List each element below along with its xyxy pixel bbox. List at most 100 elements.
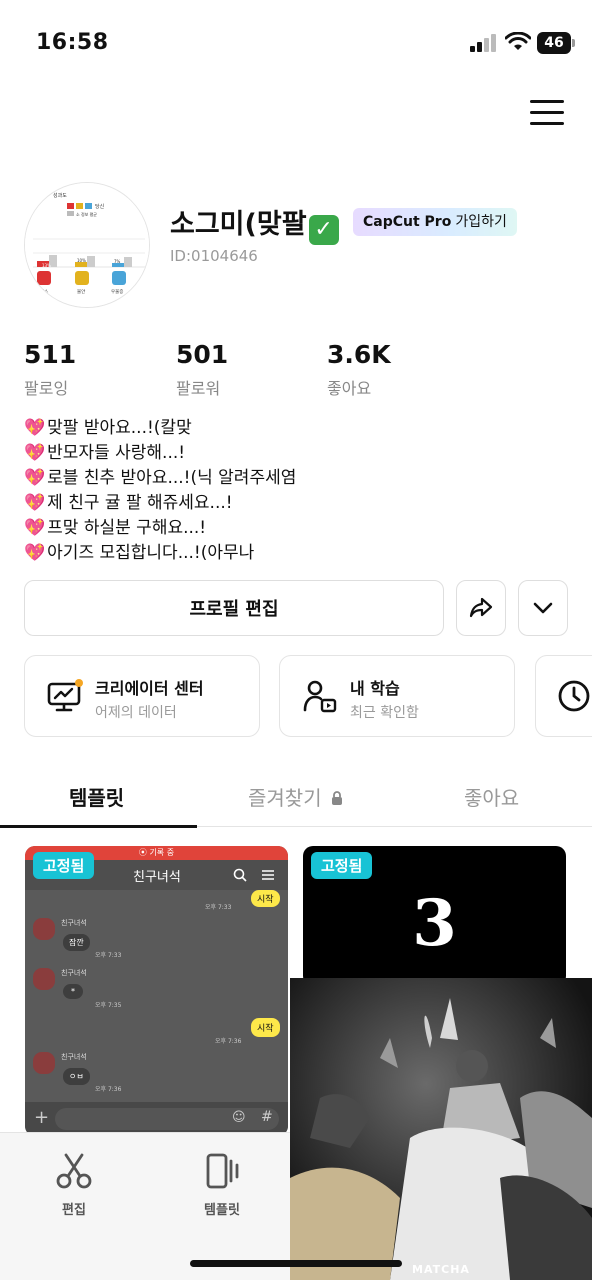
svg-text:7%: 7% [114, 259, 121, 264]
tab-label: 즐겨찾기 [248, 786, 322, 810]
chat-avatar [33, 918, 55, 940]
chat-time: 오후 7:36 [215, 1038, 242, 1045]
bio-line: 💖 프맞 하실분 구해요...! [24, 518, 207, 538]
pro-join-label: 가입하기 [455, 214, 507, 230]
svg-text:소 정보 평균: 소 정보 평균 [76, 211, 97, 217]
stat-following[interactable]: 511 팔로잉 [24, 340, 76, 399]
bio: 💖 맞팔 받아요...!(칼맞 💖 반모자들 사랑해...! 💖 로블 친추 받아요.… [24, 416, 296, 566]
sparkling-heart-icon: 💖 [24, 418, 46, 438]
stat-label: 팔로잉 [24, 379, 69, 398]
chevron-down-icon [533, 602, 553, 614]
hamburger-icon [262, 870, 274, 880]
floating-video-player[interactable]: MATCHA [290, 978, 592, 1280]
stat-value: 501 [176, 340, 229, 369]
status-bar: 16:58 46 [0, 0, 592, 88]
cellular-signal-icon [470, 34, 496, 52]
svg-text:성과도: 성과도 [53, 192, 67, 199]
nav-label: 템플릿 [204, 1203, 240, 1218]
content-tabs: 템플릿 즐겨찾기 좋아요 [0, 770, 592, 828]
concert-video-frame [290, 978, 592, 1280]
avatar[interactable]: 성과도 당신 소 정보 평균 13% 10% 7% 레스 물안 우울증 [24, 182, 150, 308]
share-button[interactable] [456, 580, 506, 636]
stat-likes[interactable]: 3.6K 좋아요 [327, 340, 391, 399]
chat-avatar [33, 1052, 55, 1074]
nav-edit[interactable]: 편집 [24, 1151, 124, 1218]
countdown-number: 3 [412, 886, 457, 961]
chat-bubble-right: 시작 [251, 1018, 280, 1037]
stat-followers[interactable]: 501 팔로워 [176, 340, 228, 399]
sparkling-heart-icon: 💖 [24, 543, 46, 563]
verified-check-icon: ✓ [308, 215, 339, 245]
tab-favorites[interactable]: 즐겨찾기 [248, 782, 343, 811]
creator-monitor-icon [47, 679, 83, 712]
bio-line: 💖 제 친구 귤 팔 해쥬세요...! [24, 493, 233, 513]
chat-title: 친구녀석 [133, 870, 181, 885]
nav-label: 편집 [62, 1203, 86, 1218]
svg-text:우울증: 우울증 [111, 289, 123, 295]
wifi-icon [505, 32, 531, 50]
search-icon [233, 868, 247, 882]
home-indicator [190, 1260, 402, 1267]
chat-sender-name: 친구녀석 [61, 969, 87, 977]
plus-icon: + [34, 1107, 50, 1128]
status-time: 16:58 [36, 30, 109, 55]
edit-profile-button[interactable]: 프로필 편집 [24, 580, 444, 636]
sparkling-heart-icon: 💖 [24, 493, 46, 513]
chat-time: 오후 7:33 [95, 952, 122, 959]
pinned-badge: 고정됨 [311, 852, 373, 879]
hashtag-icon: # [261, 1109, 273, 1125]
share-arrow-icon [469, 597, 493, 618]
bio-line: 💖 아기즈 모집합니다...!(아무나 [24, 543, 255, 563]
chat-bubble-left: * [63, 984, 83, 999]
sparkling-heart-icon: 💖 [24, 468, 46, 488]
chat-time: 오후 7:36 [95, 1086, 122, 1093]
chat-time: 오후 7:33 [205, 904, 232, 911]
stat-value: 3.6K [327, 340, 391, 369]
my-learning-card[interactable]: 내 학습 최근 확인함 [279, 655, 515, 737]
stat-value: 511 [24, 340, 77, 369]
chat-input-bar: + ☺ # [25, 1102, 288, 1136]
template-thumbnail[interactable]: 고정됨 3 [303, 846, 566, 986]
chat-sender-name: 친구녀석 [61, 1053, 87, 1061]
svg-text:10%: 10% [77, 258, 86, 263]
clock-icon [558, 680, 590, 712]
chat-bubble-left: ㅇㅂ [63, 1068, 90, 1085]
menu-icon[interactable] [530, 100, 564, 128]
pro-brand: CapCut Pro [363, 214, 452, 230]
svg-text:당신: 당신 [95, 203, 105, 210]
card-title: 내 학습 [350, 679, 400, 698]
svg-text:13%: 13% [42, 263, 51, 268]
pinned-badge: 고정됨 [33, 852, 95, 879]
avatar-chart-image: 성과도 당신 소 정보 평균 13% 10% 7% 레스 물안 우울증 [25, 183, 149, 307]
chat-avatar [33, 968, 55, 990]
nav-templates[interactable]: 템플릿 [172, 1151, 272, 1218]
chat-bubble-right: 시작 [251, 890, 280, 907]
stat-label: 좋아요 [327, 379, 372, 398]
learner-icon [303, 680, 337, 713]
template-thumbnail[interactable]: 고정됨 ⦿ 기록 중 친구녀석 시작 오후 7:33 친구녀석 잠깐 오후 7:… [25, 846, 288, 1136]
tab-templates[interactable]: 템플릿 [69, 782, 124, 811]
creator-center-card[interactable]: 크리에이터 센터 어제의 데이터 [24, 655, 260, 737]
bio-line: 💖 로블 친추 받아요...!(닉 알려주세염 [24, 468, 297, 488]
profile-name: 소그미(맞팔 ✓ [170, 202, 339, 245]
template-icon [206, 1153, 239, 1189]
card-subtitle: 최근 확인함 [350, 705, 419, 721]
scissors-icon [56, 1153, 92, 1189]
lock-icon [331, 791, 342, 805]
capcut-pro-join-button[interactable]: CapCut Pro 가입하기 [353, 208, 517, 236]
more-options-button[interactable] [518, 580, 568, 636]
profile-name-text: 소그미(맞팔 [170, 209, 307, 240]
sparkling-heart-icon: 💖 [24, 518, 46, 538]
chat-sender-name: 친구녀석 [61, 919, 87, 927]
tab-likes[interactable]: 좋아요 [464, 782, 519, 811]
chat-bubble-left: 잠깐 [63, 934, 90, 951]
battery-indicator: 46 [537, 32, 575, 54]
history-card[interactable] [535, 655, 592, 737]
emoji-icon: ☺ [232, 1110, 246, 1125]
bio-line: 💖 맞팔 받아요...!(칼맞 [24, 418, 192, 438]
active-tab-indicator [0, 825, 197, 828]
user-id: ID:0104646 [170, 247, 258, 265]
chat-time: 오후 7:35 [95, 1002, 122, 1009]
bio-line: 💖 반모자들 사랑해...! [24, 443, 186, 463]
card-title: 크리에이터 센터 [95, 679, 204, 698]
